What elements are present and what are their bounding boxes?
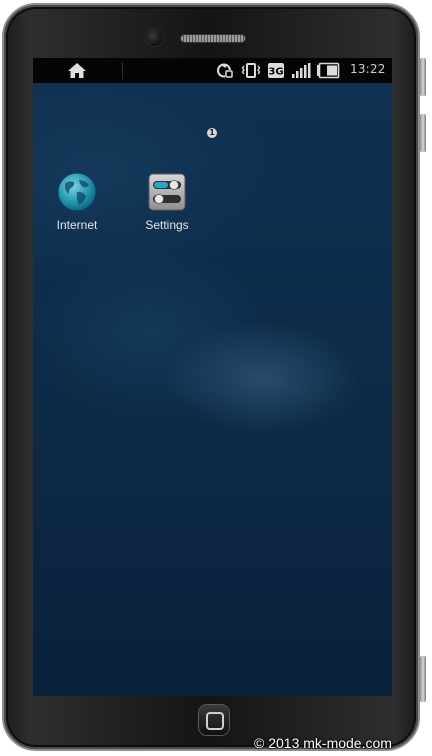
volume-down-button[interactable]	[420, 114, 426, 152]
vibrate-icon	[241, 63, 261, 78]
settings-toggle-icon	[148, 173, 186, 211]
power-button[interactable]	[420, 656, 426, 702]
earpiece-speaker	[181, 35, 245, 42]
front-camera	[146, 29, 163, 46]
app-settings[interactable]: Settings	[127, 172, 207, 232]
app-internet[interactable]: Internet	[37, 172, 117, 232]
battery-icon	[317, 62, 340, 79]
watermark-text: © 2013 mk-mode.com	[254, 735, 392, 751]
app-label-settings: Settings	[145, 218, 189, 232]
network-label: 3G	[268, 67, 283, 78]
status-bar: 3G 13:22	[33, 58, 392, 83]
home-icon[interactable]	[67, 62, 87, 79]
page-indicator: 1	[207, 128, 217, 138]
status-bar-divider	[122, 62, 123, 79]
network-3g-icon: 3G	[268, 63, 284, 78]
hardware-home-button[interactable]	[199, 705, 229, 735]
phone-screen: 3G 13:22 1 Internet Settings	[33, 58, 392, 696]
app-label-internet: Internet	[56, 218, 98, 232]
home-wallpaper: 1 Internet Settings	[33, 83, 392, 696]
sync-icon	[217, 63, 233, 78]
signal-icon	[292, 63, 311, 78]
status-clock: 13:22	[350, 62, 386, 76]
globe-icon	[57, 172, 97, 212]
volume-up-button[interactable]	[420, 58, 426, 96]
